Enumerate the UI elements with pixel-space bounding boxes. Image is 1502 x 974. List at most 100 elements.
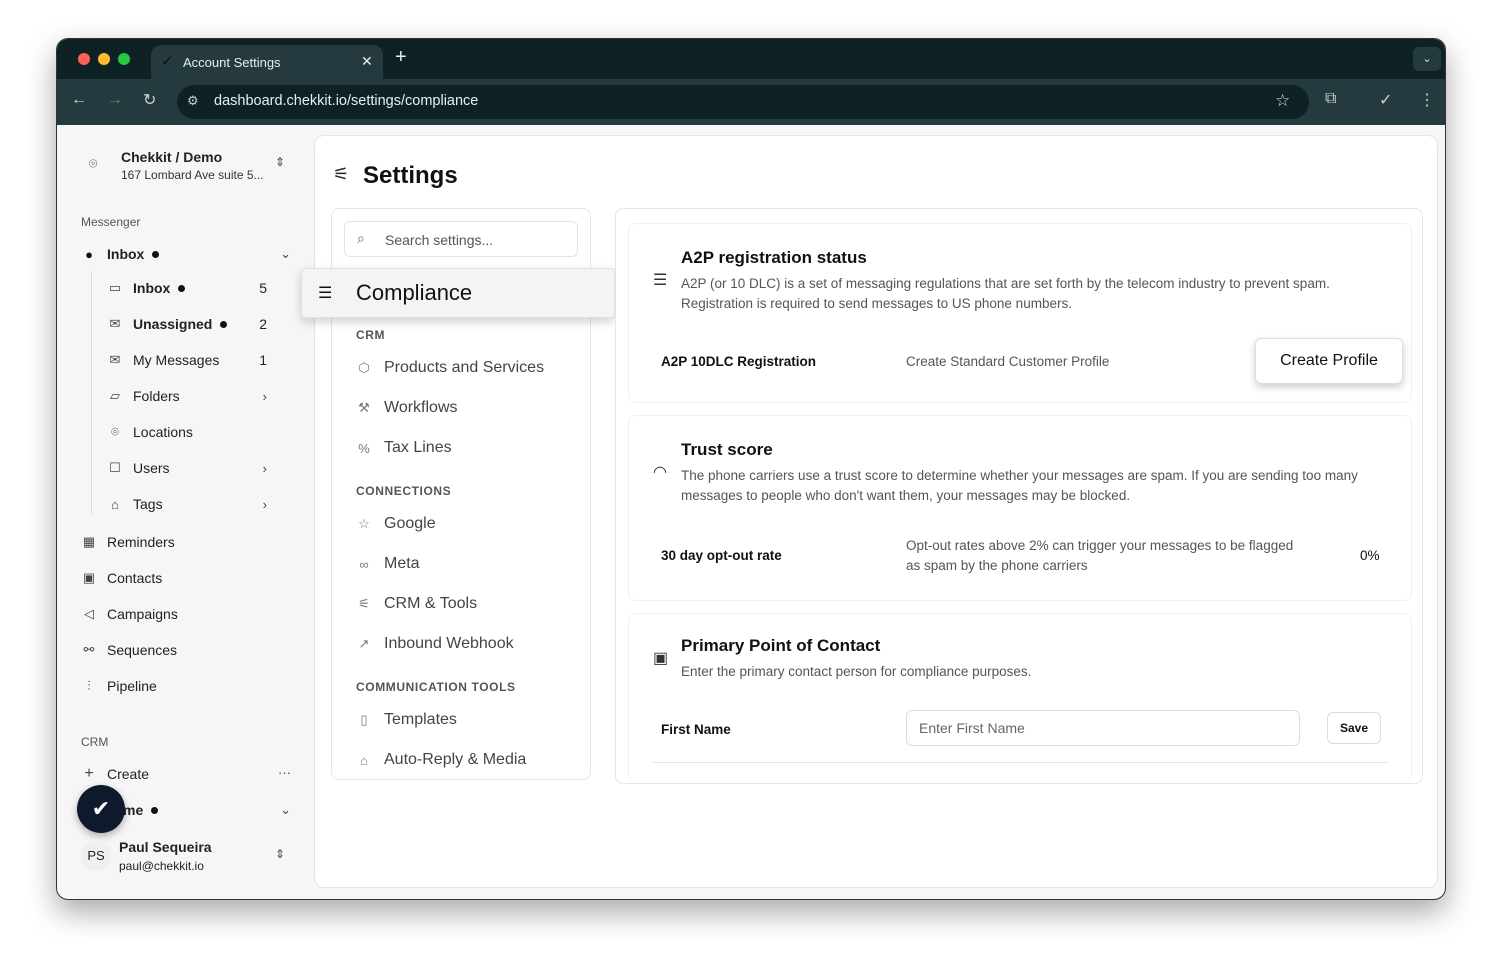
item-label: Locations (133, 424, 193, 440)
media-icon: ⌂ (360, 752, 368, 768)
item-label: Unassigned (133, 316, 213, 332)
address-bar[interactable]: ⚙ dashboard.chekkit.io/settings/complian… (177, 85, 1309, 119)
sidebar-item-sequences[interactable]: ⚯ Sequences (81, 635, 178, 665)
item-label: Folders (133, 388, 180, 404)
item-label: Campaigns (107, 606, 178, 622)
nav-label: Inbound Webhook (384, 635, 514, 652)
settings-sliders-icon: ⚟ (333, 164, 350, 184)
sidebar-item-users[interactable]: ☐ Users › (107, 453, 267, 483)
sidebar-item-campaigns[interactable]: ◁ Campaigns (81, 599, 178, 629)
nav-label: Meta (384, 555, 420, 572)
menu-icon[interactable]: ⋮ (1419, 90, 1435, 110)
sidebar-item-tags[interactable]: ⌂ Tags › (107, 489, 267, 519)
item-label: Tags (133, 496, 163, 512)
new-tab-icon[interactable]: + (395, 46, 407, 69)
sidebar-item-reminders[interactable]: ▦ Reminders (81, 527, 175, 557)
user-email: paul@chekkit.io (119, 859, 204, 873)
item-label: Users (133, 460, 170, 476)
row-label: 30 day opt-out rate (661, 548, 782, 563)
sidebar-item-folders[interactable]: ▱ Folders › (107, 381, 267, 411)
item-label: Contacts (107, 570, 163, 586)
sidebar-item-my-messages[interactable]: ✉ My Messages 1 (107, 345, 267, 375)
browser-window: ✓ Account Settings ✕ + ⌄ ← → ↻ ⚙ dashboa… (56, 38, 1446, 900)
star-icon: ☆ (358, 516, 370, 531)
nav-heading-connections: CONNECTIONS (356, 484, 452, 498)
bookmark-star-icon[interactable]: ☆ (1275, 91, 1290, 111)
nav-item-auto-reply-media[interactable]: ⌂ Auto-Reply & Media (356, 751, 526, 769)
nav-item-meta[interactable]: ∞ Meta (356, 555, 420, 573)
org-switcher[interactable]: ⌾ Chekkit / Demo 167 Lombard Ave suite 5… (81, 147, 291, 187)
search-placeholder: Search settings... (385, 232, 494, 248)
nav-item-inbound-webhook[interactable]: ↗ Inbound Webhook (356, 635, 514, 653)
inbox-group-label: Inbox (107, 246, 145, 262)
nav-item-products-and-services[interactable]: ⬡ Products and Services (356, 359, 544, 377)
sequence-icon: ⚯ (83, 642, 95, 657)
infinity-icon: ∞ (359, 556, 369, 572)
save-button[interactable]: Save (1327, 712, 1381, 744)
compliance-content: ☰ A2P registration status A2P (or 10 DLC… (615, 208, 1423, 784)
item-label: Reminders (107, 534, 175, 550)
checklist-icon: ☰ (318, 285, 333, 302)
calendar-icon: ▦ (82, 534, 96, 549)
card-title: Trust score (681, 440, 773, 459)
nav-item-tax-lines[interactable]: % Tax Lines (356, 439, 451, 457)
nav-item-crm-tools[interactable]: ⚟ CRM & Tools (356, 595, 477, 613)
sidebar-item-pipeline[interactable]: ⫶ Pipeline (81, 671, 156, 701)
nav-item-compliance-active[interactable]: ☰ Compliance (301, 268, 615, 318)
more-icon[interactable]: ··· (278, 765, 291, 780)
chevron-right-icon: › (262, 496, 267, 512)
close-window-button[interactable] (78, 53, 90, 65)
unread-dot (152, 250, 160, 258)
browser-tab[interactable]: ✓ Account Settings ✕ (151, 45, 383, 79)
chat-bubble-icon: ● (85, 246, 93, 262)
tab-bar: ✓ Account Settings ✕ + ⌄ (57, 39, 1445, 79)
nav-item-workflows[interactable]: ⚒ Workflows (356, 399, 457, 417)
opt-out-rate: 0% (1360, 548, 1380, 563)
back-icon[interactable]: ← (71, 91, 87, 109)
chevron-down-icon: ⌄ (280, 246, 291, 261)
sidebar-item-unassigned[interactable]: ✉ Unassigned 2 (107, 309, 267, 339)
card-description: Enter the primary contact person for com… (681, 664, 1032, 679)
external-link-icon: ↗ (358, 636, 370, 651)
item-label: me (123, 802, 144, 818)
unread-dot (178, 284, 186, 292)
search-input[interactable]: ⌕ Search settings... (344, 221, 578, 257)
minimize-window-button[interactable] (98, 53, 110, 65)
item-count: 1 (259, 352, 267, 368)
folder-icon: ▱ (110, 388, 120, 403)
maximize-window-button[interactable] (118, 53, 130, 65)
field-label: First Name (661, 722, 731, 737)
create-profile-button[interactable]: Create Profile (1255, 338, 1403, 384)
primary-contact-card: ▣ Primary Point of Contact Enter the pri… (628, 613, 1412, 783)
site-settings-icon[interactable]: ⚙ (187, 93, 199, 109)
location-pin-icon: ⌾ (89, 155, 98, 171)
first-name-input[interactable]: Enter First Name (906, 710, 1300, 746)
unread-dot (220, 320, 228, 328)
create-button[interactable]: + Create ··· (81, 759, 291, 789)
profile-icon[interactable]: ✓ (1379, 90, 1392, 110)
unread-dot (151, 806, 159, 814)
chevron-down-icon: ⌄ (280, 802, 291, 817)
user-menu[interactable]: PS Paul Sequeira paul@chekkit.io ⇕ (81, 837, 291, 881)
forward-icon[interactable]: → (107, 91, 123, 109)
page-title: Settings (363, 162, 458, 189)
chevron-right-icon: › (262, 460, 267, 476)
settings-panel: ⚟ Settings ⌕ Search settings... CRM ⬡ Pro… (301, 135, 1438, 888)
nav-item-templates[interactable]: ▯ Templates (356, 711, 457, 729)
tab-search-chevron-icon[interactable]: ⌄ (1413, 47, 1441, 71)
extensions-icon[interactable]: ⧉ (1325, 90, 1336, 108)
reload-icon[interactable]: ↻ (143, 90, 156, 110)
sidebar-item-contacts[interactable]: ▣ Contacts (81, 563, 162, 593)
contact-card-icon: ▣ (653, 650, 669, 667)
card-description: A2P (or 10 DLC) is a set of messaging re… (681, 276, 1330, 311)
sidebar-item-inbox[interactable]: ▭ Inbox 5 (107, 273, 267, 303)
nav-item-google[interactable]: ☆ Google (356, 515, 435, 533)
close-tab-icon[interactable]: ✕ (361, 53, 373, 70)
sidebar-item-locations[interactable]: ⌾ Locations (107, 417, 267, 447)
item-count: 5 (259, 280, 267, 296)
checkmark-fab-button[interactable]: ✔ (77, 785, 125, 833)
checklist-icon: ☰ (653, 272, 668, 289)
location-pin-icon: ⌾ (111, 424, 119, 439)
sidebar-inbox-group[interactable]: ● Inbox ⌄ (81, 239, 291, 269)
pipeline-icon: ⫶ (87, 678, 91, 693)
